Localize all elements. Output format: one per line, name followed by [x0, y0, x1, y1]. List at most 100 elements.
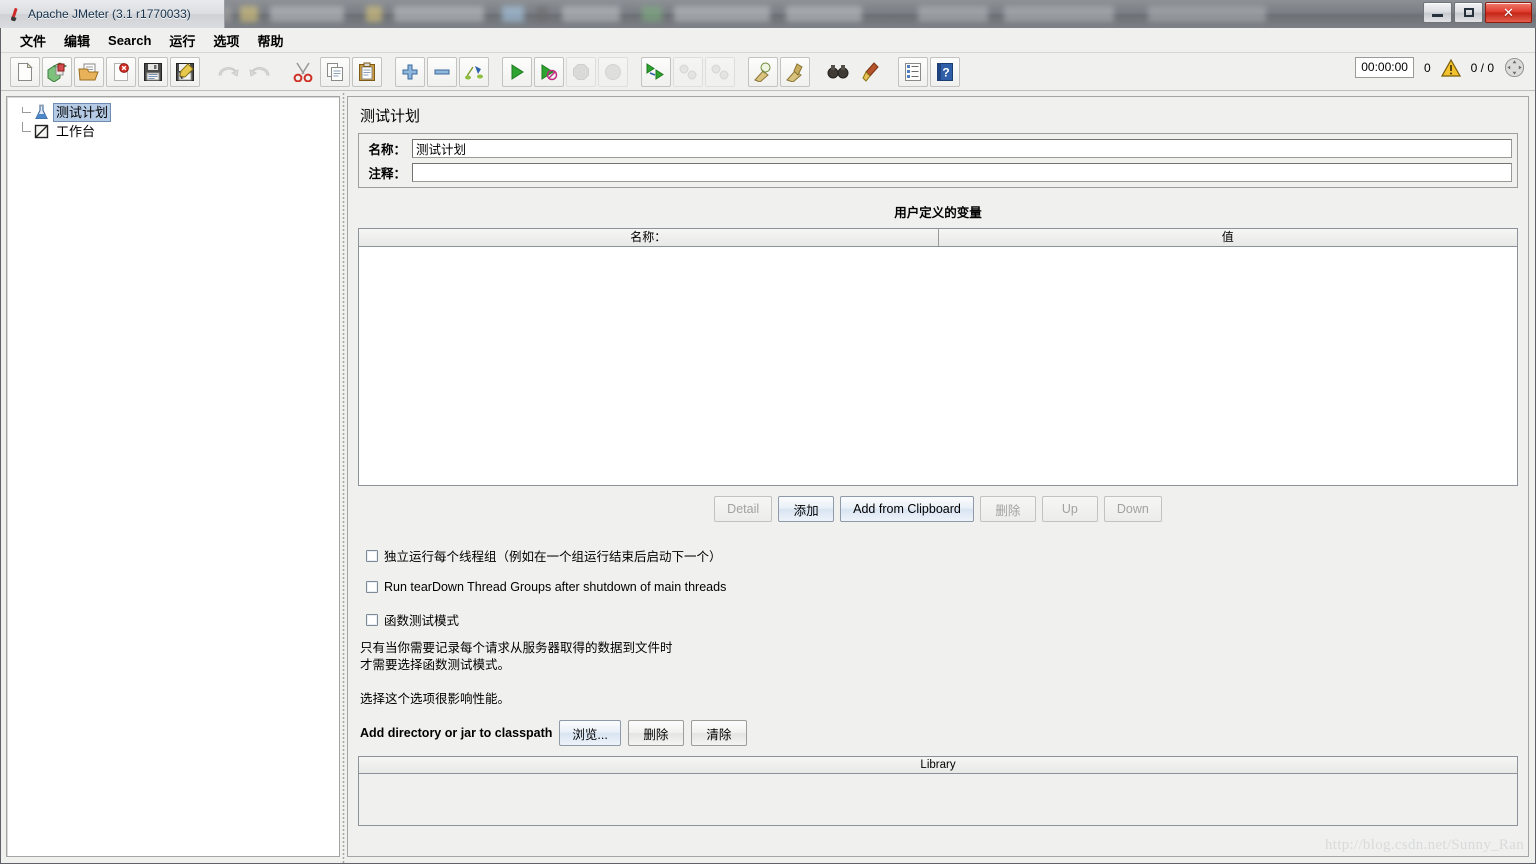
detail-button[interactable]: Detail [714, 496, 773, 522]
menu-file[interactable]: 文件 [11, 28, 55, 53]
new-document-button[interactable] [10, 56, 40, 87]
close-document-icon [114, 62, 129, 81]
warning-count: 0 [1423, 60, 1431, 75]
user-variables-title: 用户定义的变量 [894, 206, 982, 220]
stop-button[interactable] [566, 56, 596, 87]
search-button[interactable] [823, 57, 853, 87]
cut-button[interactable] [288, 57, 318, 87]
restore-button[interactable] [1454, 2, 1483, 23]
close-button[interactable]: ✕ [1485, 2, 1532, 23]
thread-count: 0 / 0 [1470, 60, 1494, 75]
start-icon [511, 63, 524, 80]
delete-button[interactable]: 删除 [979, 496, 1036, 522]
toolbar-separator [490, 57, 501, 87]
clear-all-icon [786, 62, 803, 82]
serialize-thread-groups-checkbox[interactable] [366, 549, 378, 562]
open-file-button[interactable] [74, 56, 104, 87]
tree-node-workbench[interactable]: 工作台 [17, 122, 339, 141]
minimize-button[interactable] [1423, 2, 1452, 23]
add-button[interactable]: 添加 [778, 496, 835, 522]
redo-button[interactable] [245, 57, 275, 87]
toolbar-separator [383, 57, 394, 87]
split-panes: 测试计划 工作台 测试计划 名称： 测试计划 注释： 用户定义的变量 名称： 值… [1, 92, 1535, 863]
start-no-pauses-icon [541, 63, 558, 80]
test-plan-icon [35, 104, 48, 120]
test-plan-tree[interactable]: 测试计划 工作台 [6, 96, 340, 857]
name-label: 名称： [368, 142, 406, 157]
up-button[interactable]: Up [1041, 496, 1098, 522]
tree-node-label: 测试计划 [53, 103, 112, 122]
remote-stop-all-button[interactable] [673, 56, 703, 87]
library-table-body[interactable] [359, 774, 1517, 825]
save-as-icon [176, 62, 194, 81]
name-input[interactable] [412, 138, 1512, 158]
comment-input[interactable] [412, 162, 1512, 182]
run-teardown-row[interactable]: Run tearDown Thread Groups after shutdow… [366, 580, 1518, 594]
search-binoculars-icon [827, 64, 849, 78]
collapse-all-button[interactable] [427, 56, 457, 87]
clear-button[interactable] [748, 56, 778, 87]
menu-run[interactable]: 运行 [160, 28, 204, 53]
reset-search-button[interactable] [855, 57, 885, 87]
restore-icon [1463, 8, 1474, 17]
functional-test-mode-row[interactable]: 函数测试模式 [366, 610, 1518, 629]
background-taskbar-blur [218, 0, 1408, 28]
menu-help[interactable]: 帮助 [248, 28, 292, 53]
down-button[interactable]: Down [1103, 496, 1162, 522]
toolbar-separator [811, 57, 822, 87]
classpath-label: Add directory or jar to classpath [360, 726, 553, 740]
menu-options[interactable]: 选项 [204, 28, 248, 53]
save-button[interactable] [138, 56, 168, 87]
copy-icon [327, 62, 343, 81]
user-variables-table[interactable]: 名称： 值 [358, 228, 1518, 486]
toolbar-separator [886, 57, 897, 87]
tree-elbow-icon [17, 122, 33, 141]
function-helper-button[interactable] [898, 56, 928, 87]
window-title-group: Apache JMeter (3.1 r1770033) [0, 0, 225, 28]
functional-test-mode-label: 函数测试模式 [384, 614, 460, 628]
tree-node-test-plan[interactable]: 测试计划 [17, 103, 339, 122]
undo-button[interactable] [213, 57, 243, 87]
pane-splitter[interactable] [340, 92, 347, 863]
classpath-row: Add directory or jar to classpath 浏览... … [360, 720, 1518, 746]
library-table[interactable]: Library [358, 756, 1518, 826]
help-button[interactable]: ? [930, 56, 960, 87]
connection-status-icon[interactable] [1504, 57, 1525, 78]
add-from-clipboard-button[interactable]: Add from Clipboard [840, 496, 974, 522]
test-plan-panel: 测试计划 名称： 注释： 用户定义的变量 [347, 96, 1529, 857]
run-teardown-checkbox[interactable] [366, 581, 378, 593]
menu-bar: 文件 编辑 Search 运行 选项 帮助 [1, 28, 1535, 53]
clear-icon [754, 62, 771, 82]
toggle-button[interactable] [459, 56, 489, 87]
save-as-button[interactable] [170, 56, 200, 87]
browse-button[interactable]: 浏览... [559, 720, 621, 746]
elapsed-time-display: 00:00:00 [1355, 57, 1414, 78]
column-header-name[interactable]: 名称： [359, 229, 938, 246]
classpath-clear-button[interactable]: 清除 [690, 720, 747, 746]
copy-button[interactable] [320, 56, 350, 87]
start-button[interactable] [502, 56, 532, 87]
paste-button[interactable] [352, 56, 382, 87]
column-header-value[interactable]: 值 [937, 229, 1517, 246]
remote-start-all-button[interactable] [641, 56, 671, 87]
save-icon [144, 62, 162, 81]
functional-test-mode-checkbox[interactable] [366, 613, 378, 626]
menu-search[interactable]: Search [99, 30, 160, 51]
expand-all-button[interactable] [395, 56, 425, 87]
classpath-delete-button[interactable]: 删除 [627, 720, 684, 746]
serialize-thread-groups-row[interactable]: 独立运行每个线程组（例如在一个组运行结束后启动下一个） [366, 546, 1518, 565]
start-no-pauses-button[interactable] [534, 56, 564, 87]
clear-all-button[interactable] [780, 56, 810, 87]
close-document-button[interactable] [106, 56, 136, 87]
menu-edit[interactable]: 编辑 [55, 28, 99, 53]
tree-node-label: 工作台 [56, 124, 96, 139]
reset-search-icon [862, 61, 879, 82]
remote-shutdown-all-button[interactable] [705, 56, 735, 87]
shutdown-button[interactable] [598, 56, 628, 87]
templates-button[interactable] [42, 56, 72, 87]
cut-icon [293, 62, 313, 82]
warning-triangle-icon[interactable] [1440, 58, 1461, 77]
variables-table-body[interactable] [359, 247, 1517, 485]
library-column-header[interactable]: Library [359, 757, 1517, 774]
app-frame: 文件 编辑 Search 运行 选项 帮助 ? 00:00:00 0 0 / 0… [0, 28, 1536, 864]
